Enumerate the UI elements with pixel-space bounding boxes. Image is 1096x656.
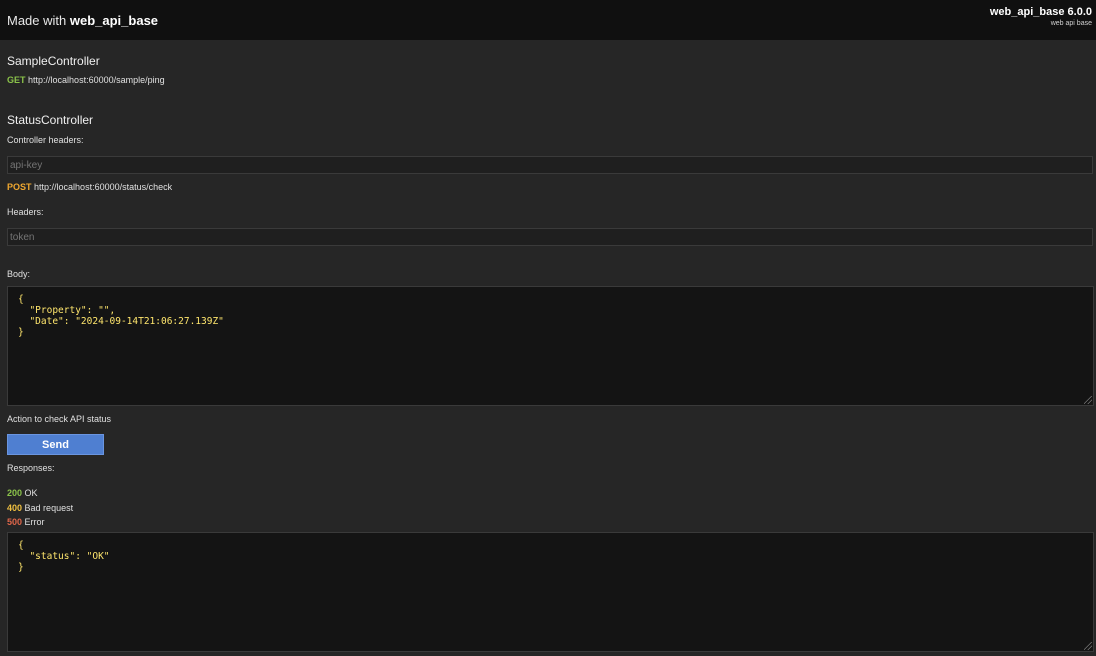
status-controller-title: StatusController [7,113,94,127]
version-subtitle: web api base [1050,20,1092,27]
body-editor-text: { "Property": "", "Date": "2024-09-14T21… [18,294,224,338]
status-endpoint[interactable]: POST http://localhost:60000/status/check [7,182,172,192]
response-code: 500 [7,517,23,527]
sample-endpoint-url[interactable]: http://localhost:60000/sample/ping [28,75,165,85]
response-text: OK [24,488,38,498]
resize-grip-icon[interactable] [1084,396,1092,404]
body-label: Body: [7,269,31,279]
headers-label: Headers: [7,207,44,217]
response-item: 200 OK [7,488,38,498]
response-code: 200 [7,488,23,498]
status-endpoint-url[interactable]: http://localhost:60000/status/check [34,182,172,192]
response-item: 400 Bad request [7,503,73,513]
response-viewer[interactable]: { "status": "OK" } [7,532,1094,652]
controller-headers-label: Controller headers: [7,135,84,145]
top-bar: Made with web_api_base web_api_base 6.0.… [0,0,1096,40]
made-with-title: Made with web_api_base [7,13,158,28]
method-get-label: GET [7,75,26,85]
response-item: 500 Error [7,517,45,527]
response-text: Error [24,517,45,527]
action-description: Action to check API status [7,414,112,424]
sample-endpoint[interactable]: GET http://localhost:60000/sample/ping [7,75,165,85]
body-editor[interactable]: { "Property": "", "Date": "2024-09-14T21… [7,286,1094,406]
response-code: 400 [7,503,23,513]
responses-label: Responses: [7,463,55,473]
resize-grip-icon[interactable] [1084,642,1092,650]
response-viewer-text: { "status": "OK" } [18,540,110,573]
send-button[interactable]: Send [7,434,104,455]
made-with-name: web_api_base [69,12,159,28]
sample-controller-title: SampleController [7,54,100,68]
made-with-prefix: Made with [7,12,70,28]
token-input[interactable] [7,228,1093,246]
version-title: web_api_base 6.0.0 [989,6,1092,18]
api-key-input[interactable] [7,156,1093,174]
response-text: Bad request [24,503,74,513]
version-info: web_api_base 6.0.0 web api base [989,6,1092,28]
method-post-label: POST [7,182,32,192]
